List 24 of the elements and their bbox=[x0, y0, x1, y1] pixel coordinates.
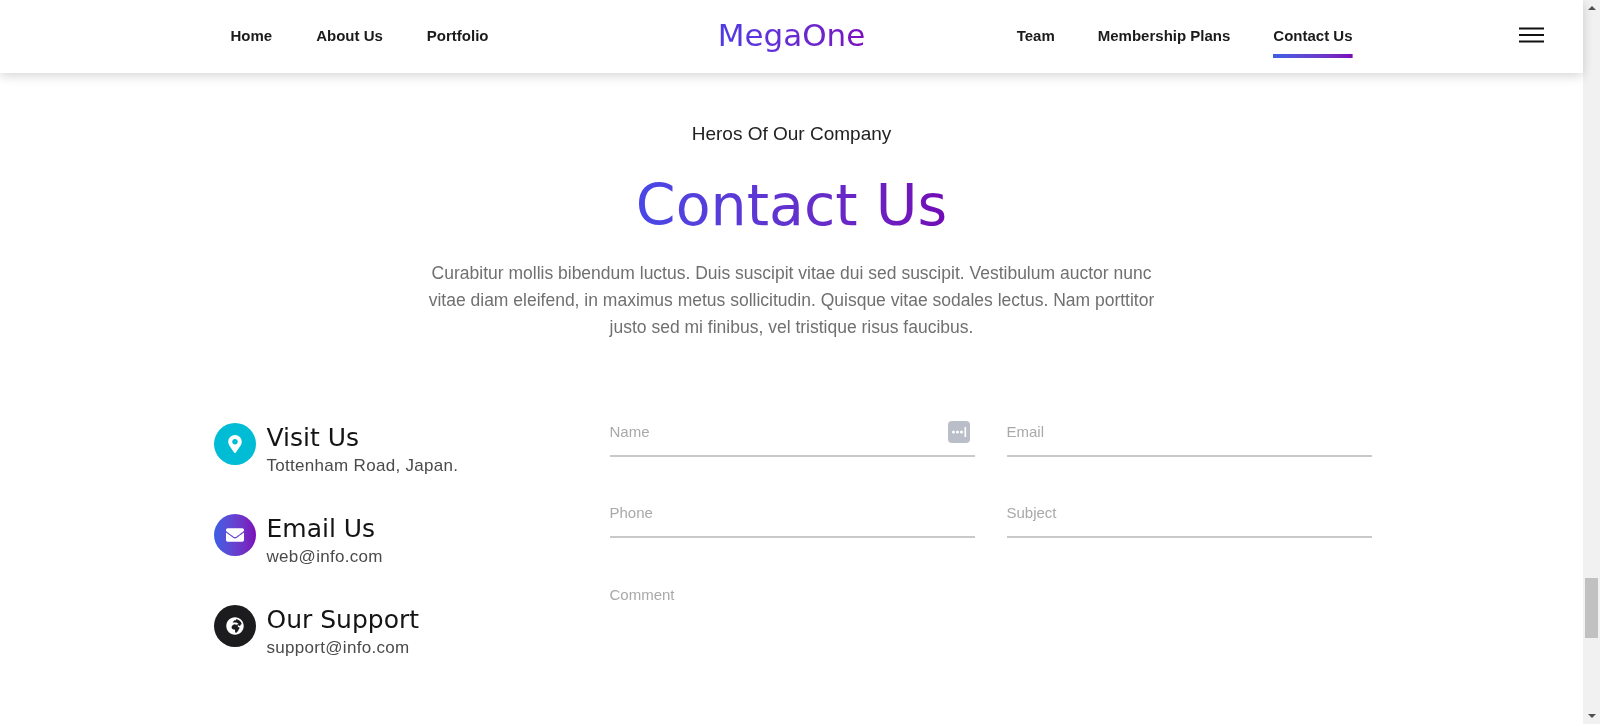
contact-title: Email Us bbox=[266, 514, 377, 544]
contact-detail: web@info.com bbox=[266, 546, 383, 568]
nav-link[interactable]: Portfolio bbox=[426, 26, 489, 58]
input-field[interactable]: Email bbox=[1006, 413, 1372, 457]
nav-link[interactable]: Home bbox=[230, 26, 273, 58]
contact-detail: support@info.com bbox=[266, 637, 411, 659]
nav-link[interactable]: Membership Plans bbox=[1097, 26, 1231, 58]
input-field[interactable]: Subject bbox=[1006, 494, 1372, 538]
contact-title: Our Support bbox=[266, 605, 420, 635]
scroll-up-arrow-icon[interactable] bbox=[1587, 6, 1596, 10]
nav-link[interactable]: About Us bbox=[316, 26, 383, 58]
section-description: Curabitur mollis bibendum luctus. Duis suscipit vitae dui sed suscipit. Vestibulum auctor nunc vitae diam eleifend, in maximus metus sollicitudin. Quisque vitae sodales lectus. Nam porttitor justo sed mi finibus, vel tristique risus faucibus. bbox=[427, 262, 1156, 339]
input-field[interactable]: Phone bbox=[609, 494, 975, 538]
section-eyebrow: Heros Of Our Company bbox=[691, 122, 892, 146]
menu-icon[interactable] bbox=[1519, 27, 1544, 43]
text-area-field[interactable]: Comment bbox=[609, 575, 1372, 693]
scroll-down-arrow-icon[interactable] bbox=[1587, 714, 1596, 718]
scrollbar-thumb[interactable] bbox=[1585, 578, 1598, 638]
globe-icon bbox=[213, 605, 256, 647]
contact-detail: Tottenham Road, Japan. bbox=[266, 455, 459, 477]
envelope-icon bbox=[213, 514, 256, 556]
nav-link[interactable]: Team bbox=[1016, 26, 1055, 58]
map-pin-icon bbox=[213, 423, 256, 465]
contact-title: Visit Us bbox=[266, 423, 361, 453]
